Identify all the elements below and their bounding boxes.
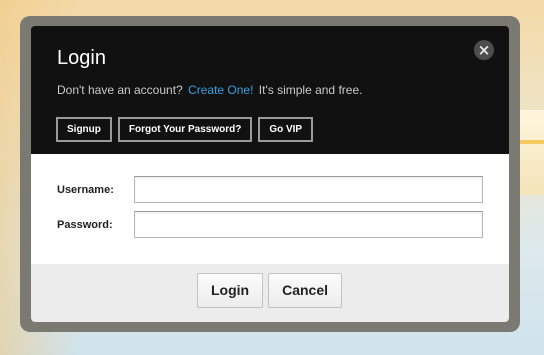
username-input[interactable]	[134, 176, 483, 203]
footer-actions: Login Cancel	[197, 273, 343, 308]
account-actions: Signup Forgot Your Password? Go VIP	[56, 117, 314, 142]
password-row: Password:	[57, 211, 487, 241]
signup-prompt: Don't have an account? Create One! It's …	[57, 83, 362, 97]
close-icon[interactable]: ×	[474, 40, 494, 60]
login-dialog-frame: × Login Don't have an account? Create On…	[20, 16, 520, 332]
create-account-link[interactable]: Create One!	[188, 83, 253, 97]
password-label: Password:	[57, 219, 113, 231]
username-label: Username:	[57, 184, 114, 196]
dialog-title: Login	[57, 47, 106, 69]
cancel-button[interactable]: Cancel	[268, 273, 343, 308]
password-input[interactable]	[134, 211, 483, 238]
dialog-footer: Login Cancel	[31, 264, 509, 322]
login-dialog: × Login Don't have an account? Create On…	[31, 26, 509, 322]
username-row: Username:	[57, 176, 487, 206]
login-button[interactable]: Login	[197, 273, 264, 308]
signup-prompt-prefix: Don't have an account?	[57, 83, 183, 97]
forgot-password-button[interactable]: Forgot Your Password?	[117, 117, 253, 142]
signup-prompt-suffix: It's simple and free.	[258, 83, 363, 97]
login-form: Username: Password:	[31, 154, 509, 264]
background-page-accent	[516, 140, 544, 144]
signup-button[interactable]: Signup	[56, 117, 112, 142]
go-vip-button[interactable]: Go VIP	[258, 117, 314, 142]
